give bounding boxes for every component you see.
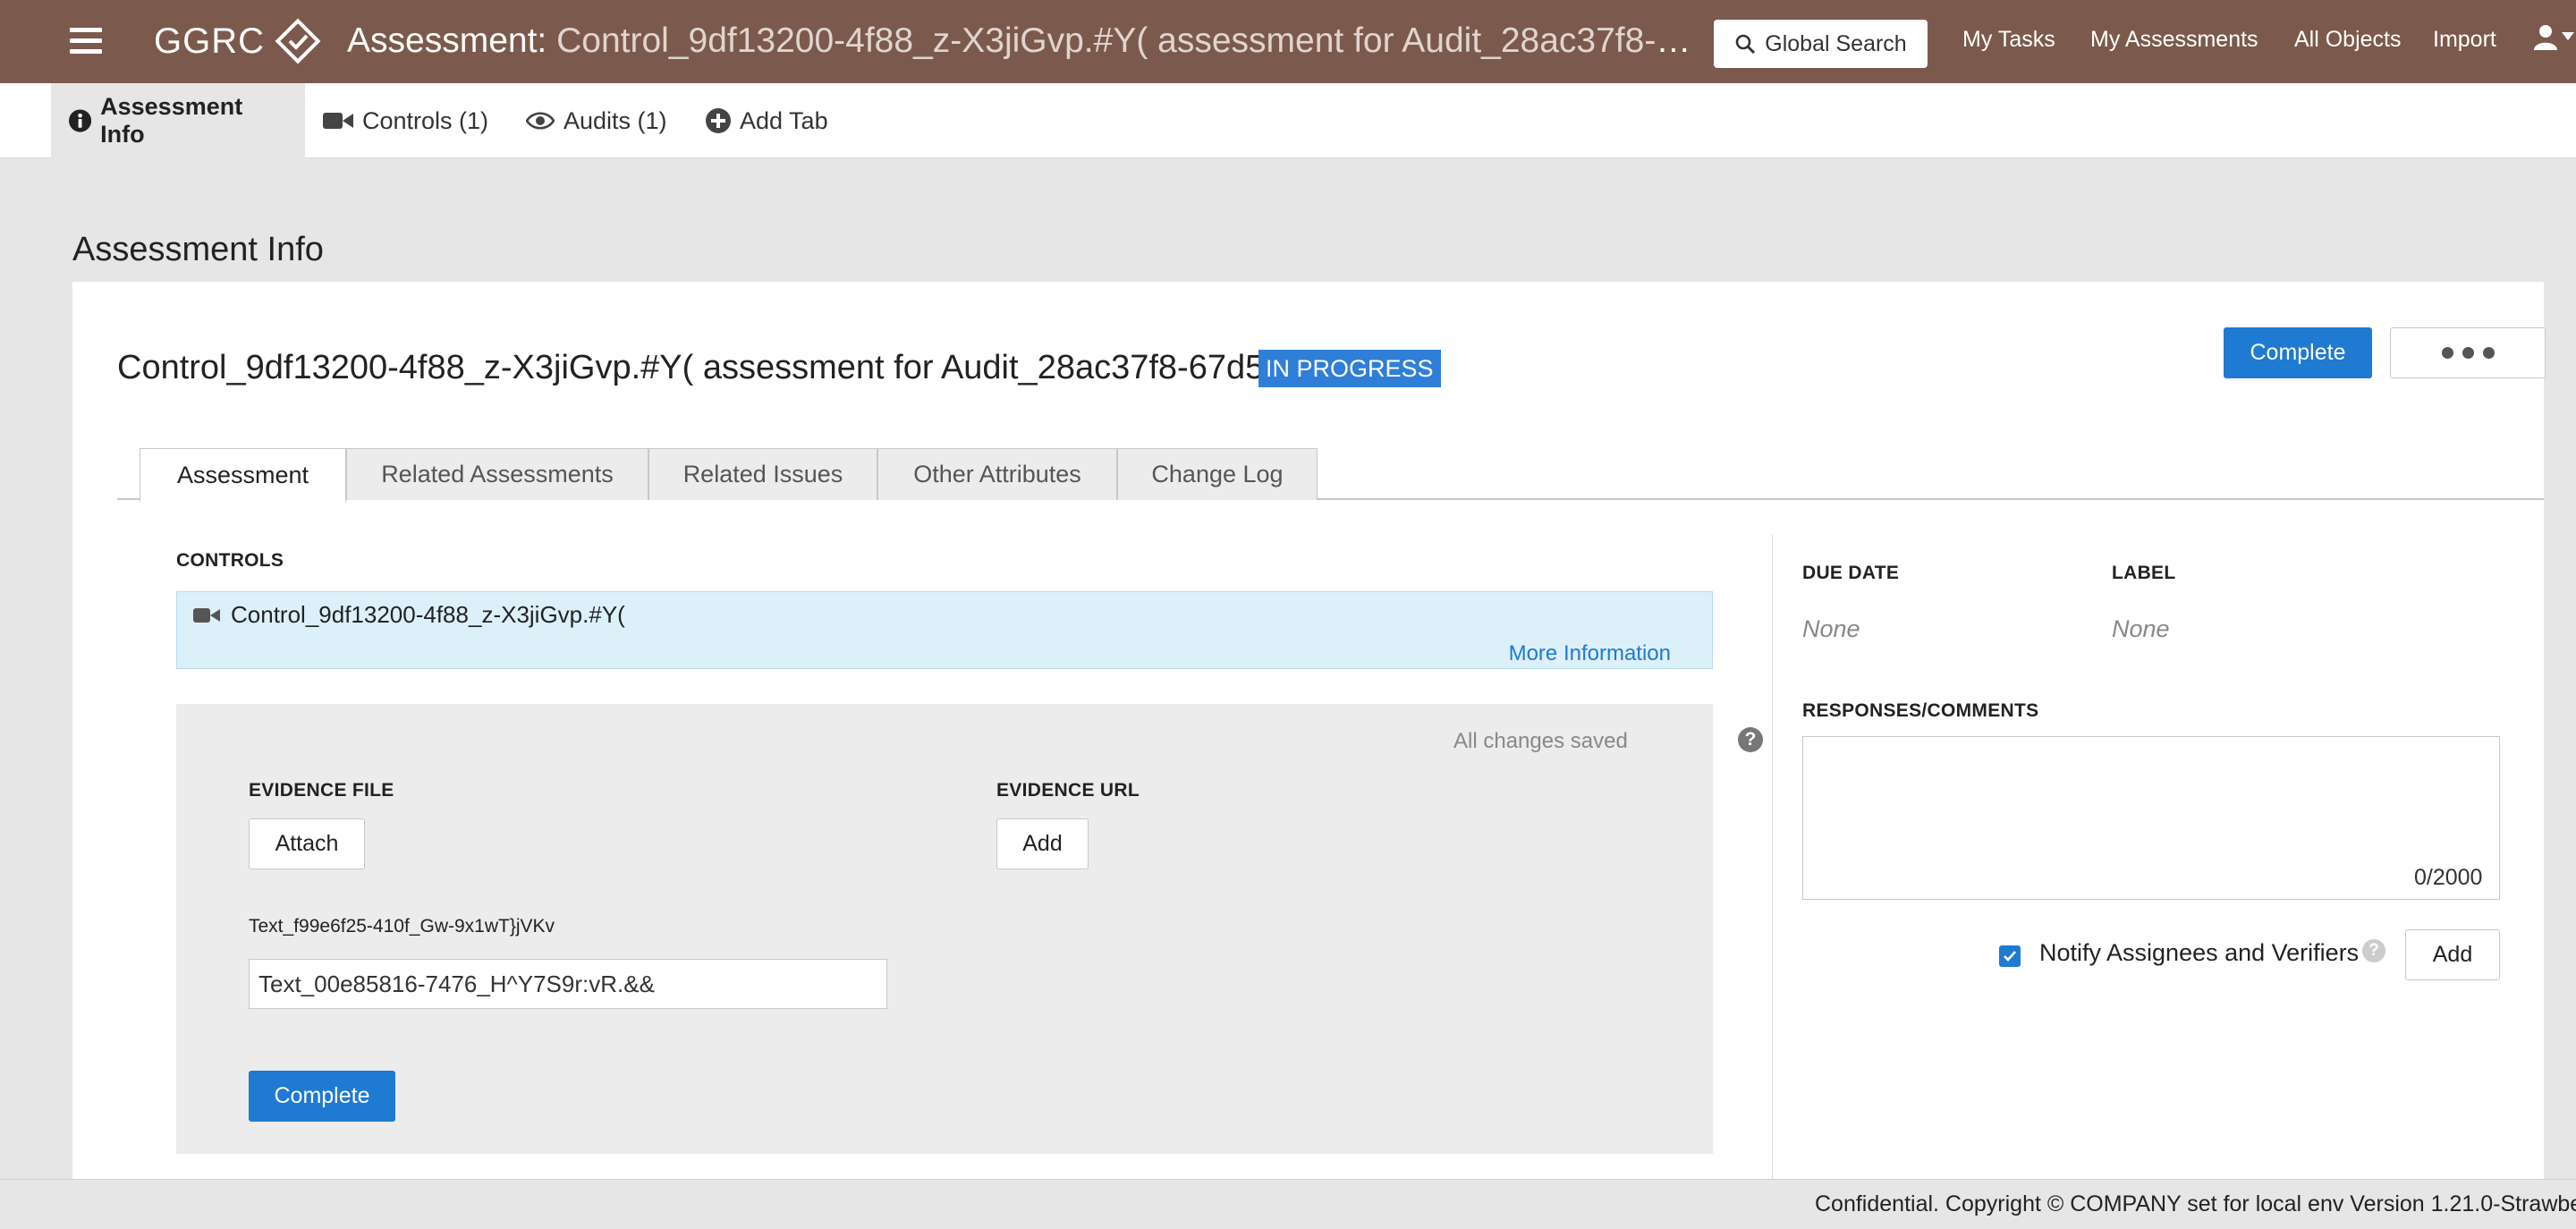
user-icon <box>2534 25 2557 50</box>
comments-textarea[interactable] <box>1802 736 2500 900</box>
tab-related-issues[interactable]: Related Issues <box>648 448 877 500</box>
char-counter: 0/2000 <box>2414 865 2483 890</box>
more-actions-button[interactable] <box>2390 327 2546 378</box>
controls-label: CONTROLS <box>176 550 284 571</box>
assessment-card: Control_9df13200-4f88_z-X3jiGvp.#Y( asse… <box>72 282 2546 1229</box>
assessment-title: Control_9df13200-4f88_z-X3jiGvp.#Y( asse… <box>117 349 1299 386</box>
user-menu[interactable] <box>2533 23 2574 50</box>
assessment-tabs: Assessment Related Assessments Related I… <box>117 448 2544 502</box>
footer-text: Confidential. Copyright © COMPANY set fo… <box>1815 1191 2576 1216</box>
evidence-panel: All changes saved ? EVIDENCE FILE Attach… <box>176 704 1763 1154</box>
add-comment-button[interactable]: Add <box>2405 929 2500 980</box>
evidence-url-label: EVIDENCE URL <box>996 780 1140 801</box>
tab-related-assessments[interactable]: Related Assessments <box>346 448 648 500</box>
top-header: GGRC Assessment: Control_9df13200-4f88_z… <box>0 0 2576 83</box>
add-url-button[interactable]: Add <box>996 818 1089 869</box>
due-date-label: DUE DATE <box>1802 563 1900 583</box>
logo-text: GGRC <box>154 21 265 61</box>
due-date-value: None <box>1802 615 1860 642</box>
ellipsis-icon <box>2441 347 2453 359</box>
footer: Confidential. Copyright © COMPANY set fo… <box>0 1179 2576 1229</box>
status-badge: IN PROGRESS <box>1258 350 1441 387</box>
complete-button[interactable]: Complete <box>2224 327 2372 378</box>
caret-down-icon <box>2562 32 2574 40</box>
label-value: None <box>2112 615 2170 642</box>
global-search-button[interactable]: Global Search <box>1714 20 1928 68</box>
tab-change-log[interactable]: Change Log <box>1117 448 1318 500</box>
custom-attribute-input[interactable] <box>249 959 887 1009</box>
search-icon <box>1735 34 1756 55</box>
global-search-label: Global Search <box>1765 30 1907 56</box>
object-tabs: Assessment Info Controls (1) Audits (1) … <box>0 83 2576 158</box>
help-icon[interactable]: ? <box>1738 727 1763 752</box>
logo[interactable]: GGRC <box>154 16 322 66</box>
complete-inner-button[interactable]: Complete <box>249 1071 395 1122</box>
page-title: Assessment: Control_9df13200-4f88_z-X3ji… <box>347 21 1707 63</box>
comments-label: RESPONSES/COMMENTS <box>1802 700 2039 721</box>
more-information-link[interactable]: More Information <box>1509 641 1671 666</box>
plus-circle-icon <box>706 108 731 133</box>
tab-controls[interactable]: Controls (1) <box>305 83 506 158</box>
nav-all-objects[interactable]: All Objects <box>2294 27 2401 53</box>
attach-button[interactable]: Attach <box>249 818 365 869</box>
control-link[interactable]: Control_9df13200-4f88_z-X3jiGvp.#Y( <box>193 601 625 629</box>
info-icon <box>69 109 92 132</box>
menu-icon[interactable] <box>70 28 102 55</box>
tab-assessment-info[interactable]: Assessment Info <box>51 83 305 158</box>
nav-my-tasks[interactable]: My Tasks <box>1962 27 2055 53</box>
nav-import[interactable]: Import <box>2433 27 2496 53</box>
notify-help-icon[interactable]: ? <box>2362 939 2385 962</box>
video-camera-icon <box>193 607 220 623</box>
tab-add[interactable]: Add Tab <box>688 83 846 158</box>
control-name: Control_9df13200-4f88_z-X3jiGvp.#Y( <box>231 601 625 628</box>
label-label: LABEL <box>2112 563 2176 583</box>
tab-assessment[interactable]: Assessment <box>140 448 346 502</box>
page-title-value: Control_9df13200-4f88_z-X3jiGvp.#Y( asse… <box>556 21 1707 60</box>
notify-checkbox[interactable] <box>1999 945 2021 967</box>
video-camera-icon <box>323 113 353 129</box>
controls-box: Control_9df13200-4f88_z-X3jiGvp.#Y( More… <box>176 591 1713 669</box>
tab-controls-label: Controls (1) <box>362 106 489 134</box>
logo-diamond-icon <box>275 18 321 64</box>
nav-my-assessments[interactable]: My Assessments <box>2090 27 2258 53</box>
save-status: All changes saved <box>1453 729 1628 753</box>
tab-assessment-info-label: Assessment Info <box>100 93 243 148</box>
eye-icon <box>526 112 555 130</box>
notify-label: Notify Assignees and Verifiers <box>2039 939 2360 966</box>
tab-other-attributes[interactable]: Other Attributes <box>877 448 1117 500</box>
tab-add-label: Add Tab <box>740 106 828 134</box>
section-title: Assessment Info <box>72 231 324 268</box>
evidence-file-label: EVIDENCE FILE <box>249 780 394 801</box>
page-title-label: Assessment: <box>347 21 547 60</box>
tab-audits[interactable]: Audits (1) <box>508 83 685 158</box>
column-divider <box>1772 535 1773 1229</box>
tab-audits-label: Audits (1) <box>564 106 667 134</box>
custom-attribute-label: Text_f99e6f25-410f_Gw-9x1wT}jVKv <box>249 916 555 937</box>
checkmark-icon <box>2004 951 2016 962</box>
